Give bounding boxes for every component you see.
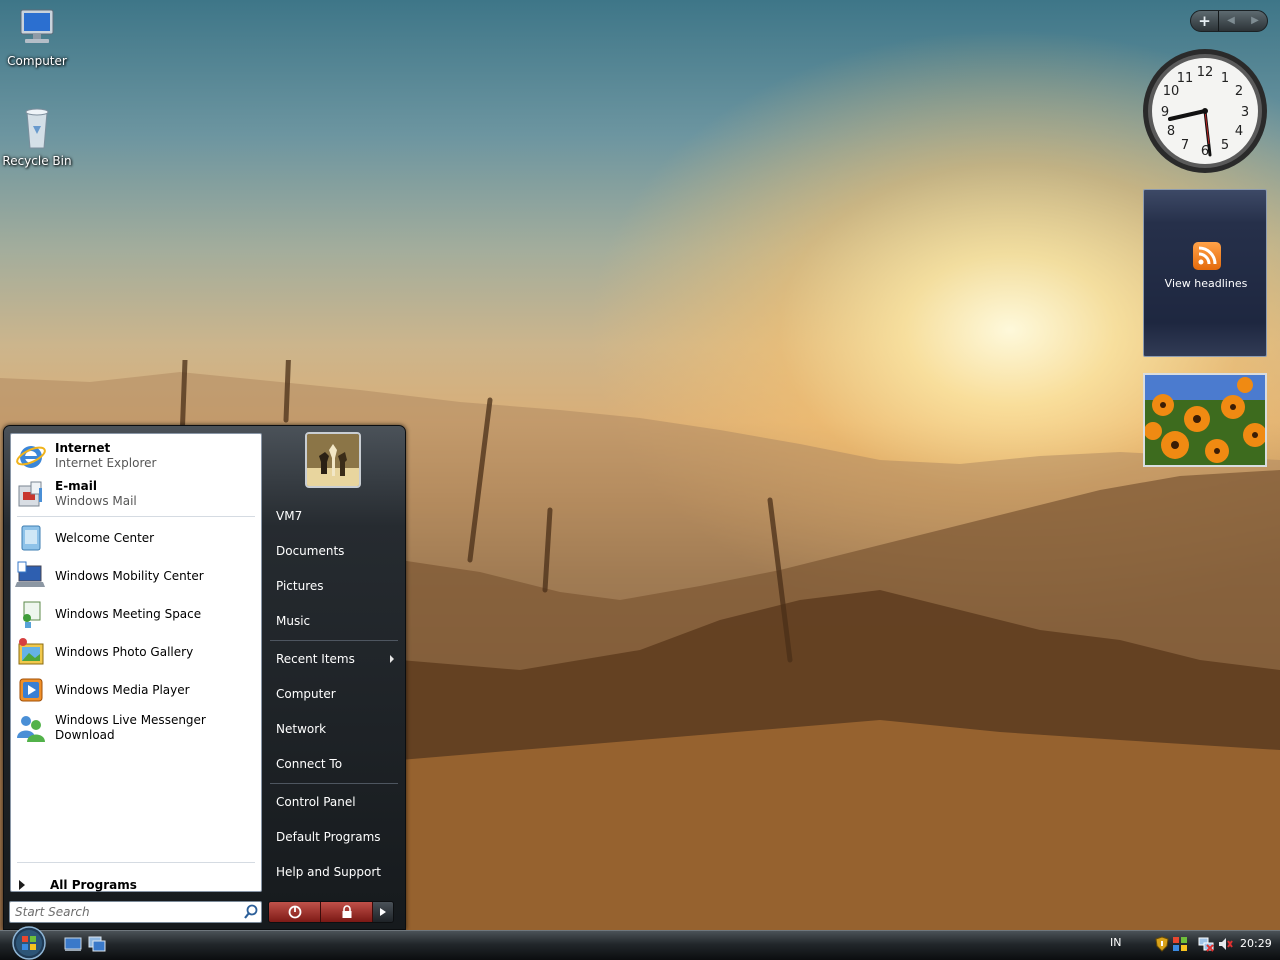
search-icon[interactable] xyxy=(241,902,261,922)
recent-program-item[interactable]: Windows Media Player xyxy=(15,672,257,708)
program-name: Welcome Center xyxy=(55,530,155,545)
right-item-documents[interactable]: Documents xyxy=(268,537,400,565)
right-item-control-panel[interactable]: Control Panel xyxy=(268,788,400,816)
volume-muted-icon[interactable] xyxy=(1217,936,1233,952)
clock-number: 7 xyxy=(1181,138,1189,153)
start-search-input[interactable]: Start Search xyxy=(9,901,262,923)
all-programs-separator xyxy=(17,862,255,863)
chevron-right-icon xyxy=(19,880,25,890)
recent-items-label: Recent Items xyxy=(276,652,355,666)
lock-button[interactable] xyxy=(321,902,373,922)
program-name: Windows Meeting Space xyxy=(55,606,202,621)
taskbar xyxy=(0,930,1280,960)
program-subtitle: Internet Explorer xyxy=(55,456,157,470)
program-name: Windows Media Player xyxy=(55,682,190,697)
pinned-email[interactable]: E-mail Windows Mail xyxy=(15,476,257,512)
start-menu: Internet Internet Explorer E-mail Window… xyxy=(3,425,406,930)
security-shield-icon[interactable] xyxy=(1154,936,1170,952)
power-button[interactable] xyxy=(269,902,321,922)
program-name: Windows Mobility Center xyxy=(55,568,204,583)
system-clock[interactable]: 20:29 xyxy=(1240,937,1272,950)
right-item-connect-to[interactable]: Connect To xyxy=(268,750,400,778)
program-name: Windows Photo Gallery xyxy=(55,644,194,659)
right-item-help-support[interactable]: Help and Support xyxy=(268,858,400,886)
desktop-icon-label: Recycle Bin xyxy=(2,154,72,168)
clock-number: 3 xyxy=(1241,105,1249,120)
start-orb-button[interactable] xyxy=(9,924,49,960)
flower-photo-icon xyxy=(1145,375,1265,465)
recent-program-item[interactable]: Windows Photo Gallery xyxy=(15,634,257,670)
clock-number: 10 xyxy=(1163,84,1180,99)
program-name: E-mail xyxy=(55,479,98,493)
program-subtitle: Windows Mail xyxy=(55,494,137,508)
recent-program-item[interactable]: Windows Mobility Center xyxy=(15,558,257,594)
right-item-recent-items[interactable]: Recent Items xyxy=(268,645,400,673)
computer-icon xyxy=(20,9,54,43)
switch-windows-icon[interactable] xyxy=(88,936,106,952)
meeting-space-icon xyxy=(23,601,41,628)
clock-number: 12 xyxy=(1197,65,1214,80)
all-programs-button[interactable]: All Programs xyxy=(19,875,255,895)
recent-program-item[interactable]: Windows Live Messenger Download xyxy=(15,710,257,746)
power-icon xyxy=(288,905,301,919)
right-item-default-programs[interactable]: Default Programs xyxy=(268,823,400,851)
mobility-center-icon xyxy=(15,561,45,587)
lock-icon xyxy=(342,905,351,918)
clock-number: 11 xyxy=(1177,71,1194,86)
pinned-separator xyxy=(17,516,255,517)
clock-number: 4 xyxy=(1235,124,1243,139)
windows-mail-icon xyxy=(18,481,42,507)
search-placeholder: Start Search xyxy=(15,905,90,919)
recent-program-item[interactable]: Welcome Center xyxy=(15,520,257,556)
right-separator xyxy=(270,640,398,641)
user-avatar[interactable] xyxy=(305,432,361,488)
power-controls xyxy=(268,901,394,923)
rss-feed-icon xyxy=(1193,242,1221,270)
welcome-center-icon xyxy=(21,525,41,551)
next-gadgets-icon[interactable]: ▶ xyxy=(1243,11,1267,31)
show-desktop-icon[interactable] xyxy=(64,936,82,952)
security-center-icon[interactable] xyxy=(1172,936,1188,952)
feed-headlines-gadget[interactable]: View headlines xyxy=(1143,189,1267,357)
sidebar-gadget-controls: + ◀ ▶ xyxy=(1190,10,1268,32)
clock-number: 2 xyxy=(1235,84,1243,99)
messenger-icon xyxy=(17,716,45,742)
recent-program-item[interactable]: Windows Meeting Space xyxy=(15,596,257,632)
network-disconnected-icon[interactable] xyxy=(1198,936,1214,952)
desktop-icon-label: Computer xyxy=(7,54,67,68)
slide-show-gadget[interactable] xyxy=(1143,373,1267,467)
right-item-network[interactable]: Network xyxy=(268,715,400,743)
desktop-icon-recycle-bin[interactable]: Recycle Bin xyxy=(1,104,73,168)
view-headlines-link[interactable]: View headlines xyxy=(1144,277,1268,290)
right-item-music[interactable]: Music xyxy=(268,607,400,635)
clock-gadget[interactable]: 12 1 2 3 4 5 6 7 8 9 10 11 xyxy=(1142,48,1268,174)
shutdown-options-button[interactable] xyxy=(373,902,393,922)
clock-number: 8 xyxy=(1167,124,1175,139)
program-name: Internet xyxy=(55,441,111,455)
program-name: Windows Live Messenger Download xyxy=(55,713,206,742)
desktop-icon-computer[interactable]: Computer xyxy=(1,4,73,68)
chevron-right-icon xyxy=(380,908,386,916)
clock-number: 1 xyxy=(1221,71,1229,86)
internet-explorer-icon xyxy=(16,446,46,468)
previous-gadgets-icon[interactable]: ◀ xyxy=(1219,11,1243,31)
pinned-internet[interactable]: Internet Internet Explorer xyxy=(15,438,257,474)
media-player-icon xyxy=(19,678,43,702)
right-item-pictures[interactable]: Pictures xyxy=(268,572,400,600)
add-gadget-button[interactable]: + xyxy=(1191,11,1219,31)
chevron-right-icon xyxy=(390,655,394,663)
right-item-computer[interactable]: Computer xyxy=(268,680,400,708)
chess-pieces-icon xyxy=(307,434,359,486)
recycle-bin-icon xyxy=(25,108,49,149)
clock-number: 5 xyxy=(1221,138,1229,153)
all-programs-label: All Programs xyxy=(50,878,137,892)
start-menu-programs-pane: Internet Internet Explorer E-mail Window… xyxy=(10,433,262,892)
language-indicator[interactable]: IN xyxy=(1110,936,1121,949)
photo-gallery-icon xyxy=(18,638,44,665)
clock-number: 9 xyxy=(1161,105,1169,120)
right-separator xyxy=(270,783,398,784)
right-item-user[interactable]: VM7 xyxy=(268,502,400,530)
